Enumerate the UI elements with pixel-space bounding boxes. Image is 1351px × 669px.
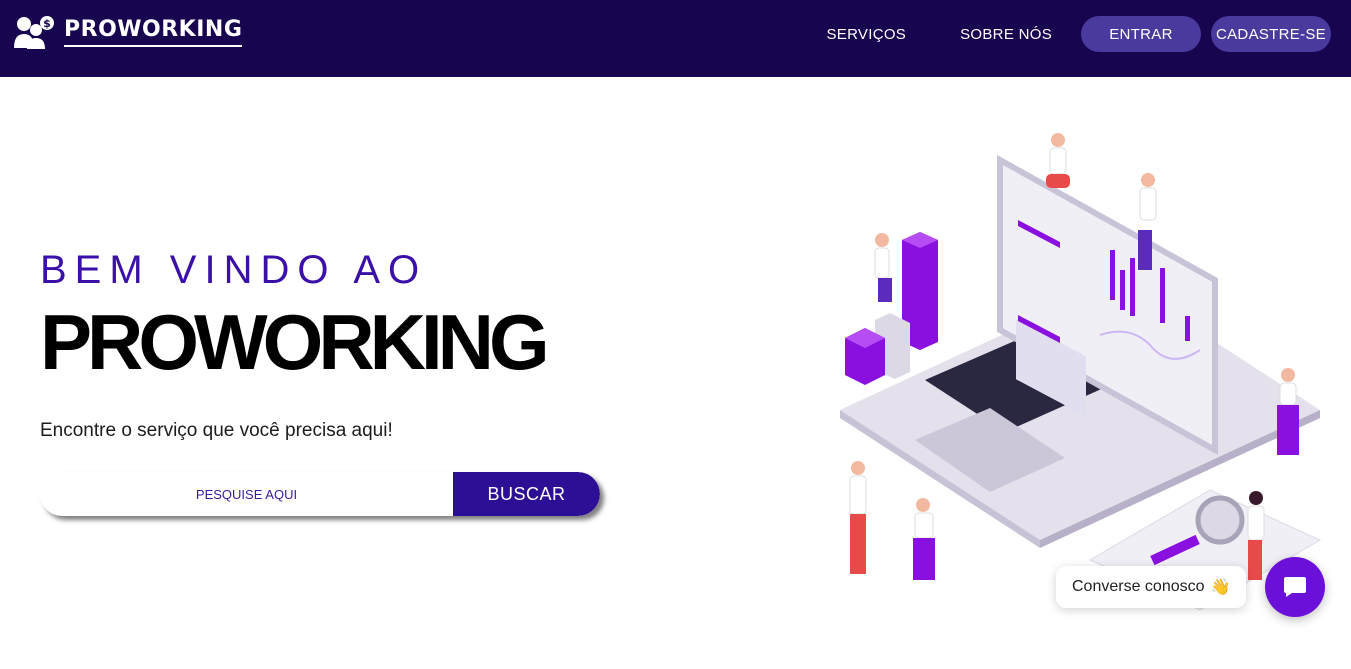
chat-bubble[interactable]: Converse conosco 👋 xyxy=(1056,566,1247,608)
logo[interactable]: $ PROWORKING xyxy=(14,14,243,50)
search-button[interactable]: BUSCAR xyxy=(453,472,600,516)
magnifier-icon xyxy=(1195,495,1245,545)
hero-illustration xyxy=(840,133,1322,611)
top-navbar: $ PROWORKING SERVIÇOS SOBRE NÓS ENTRAR C… xyxy=(0,0,1351,77)
svg-text:$: $ xyxy=(43,17,51,30)
nav-link-about[interactable]: SOBRE NÓS xyxy=(960,26,1052,43)
chat-label: Converse conosco xyxy=(1072,578,1205,595)
hero-brand-title: PROWORKING xyxy=(40,298,550,386)
chat-button[interactable] xyxy=(1265,557,1325,617)
waving-hand-icon: 👋 xyxy=(1210,579,1231,596)
search-input[interactable] xyxy=(40,472,453,516)
chat-icon xyxy=(1284,577,1306,597)
signup-button[interactable]: CADASTRE-SE xyxy=(1211,16,1331,52)
search-bar: BUSCAR xyxy=(40,472,600,516)
main-nav: SERVIÇOS SOBRE NÓS ENTRAR CADASTRE-SE xyxy=(826,16,1331,52)
hero-welcome: BEM VINDO AO xyxy=(40,248,428,292)
hero-tagline: Encontre o serviço que você precisa aqui… xyxy=(40,420,393,441)
login-button[interactable]: ENTRAR xyxy=(1081,16,1201,52)
nav-link-services[interactable]: SERVIÇOS xyxy=(826,26,906,43)
users-dollar-icon: $ xyxy=(14,16,54,49)
logo-text: PROWORKING xyxy=(64,17,243,47)
